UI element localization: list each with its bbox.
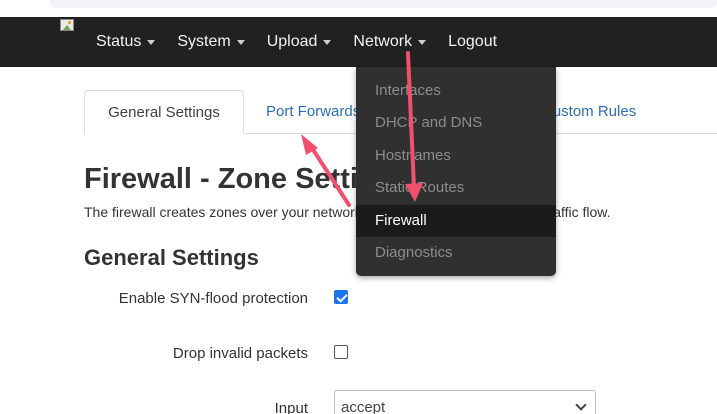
dropdown-item-interfaces[interactable]: Interfaces — [356, 75, 556, 107]
menu-logout[interactable]: Logout — [448, 33, 497, 51]
tab-port-forwards[interactable]: Port Forwards — [266, 90, 360, 134]
dropdown-item-hostnames[interactable]: Hostnames — [356, 140, 556, 172]
caret-down-icon — [147, 39, 156, 45]
input-policy-select[interactable]: accept — [334, 390, 596, 414]
input-policy-value: accept — [341, 399, 386, 414]
syn-flood-checkbox[interactable] — [334, 290, 348, 304]
menu-upload[interactable]: Upload — [267, 33, 332, 51]
browser-top-strip — [0, 0, 717, 17]
menu-status-label: Status — [96, 33, 142, 50]
top-navbar: Status System Upload Network Logout — [0, 17, 717, 67]
dropdown-item-firewall[interactable]: Firewall — [356, 205, 556, 237]
input-policy-label: Input — [274, 400, 308, 414]
section-title: General Settings — [84, 245, 259, 270]
drop-invalid-label: Drop invalid packets — [172, 345, 308, 362]
dropdown-item-diagnostics[interactable]: Diagnostics — [356, 237, 556, 269]
caret-down-icon — [236, 39, 245, 45]
menu-logout-label: Logout — [448, 33, 498, 50]
browser-address-bar — [50, 0, 717, 8]
dropdown-item-static-routes[interactable]: Static Routes — [356, 172, 556, 204]
menu-upload-label: Upload — [266, 33, 318, 50]
menu-system[interactable]: System — [177, 33, 245, 51]
menu-status[interactable]: Status — [96, 33, 156, 51]
dropdown-item-dhcp-dns[interactable]: DHCP and DNS — [356, 107, 556, 139]
chevron-down-icon — [575, 399, 587, 411]
menu-system-label: System — [177, 33, 231, 50]
broken-image-icon[interactable] — [60, 19, 78, 37]
main-menu: Status System Upload Network Logout — [96, 17, 519, 67]
tab-general-settings[interactable]: General Settings — [84, 90, 244, 134]
syn-flood-label: Enable SYN-flood protection — [118, 290, 308, 307]
tab-custom-rules[interactable]: Custom Rules — [542, 90, 636, 134]
network-dropdown-menu: Interfaces DHCP and DNS Hostnames Static… — [356, 67, 556, 276]
caret-down-icon — [323, 39, 332, 45]
menu-network-label: Network — [353, 33, 413, 50]
drop-invalid-checkbox[interactable] — [334, 345, 348, 359]
caret-down-icon — [418, 39, 427, 45]
menu-network[interactable]: Network — [353, 33, 427, 51]
